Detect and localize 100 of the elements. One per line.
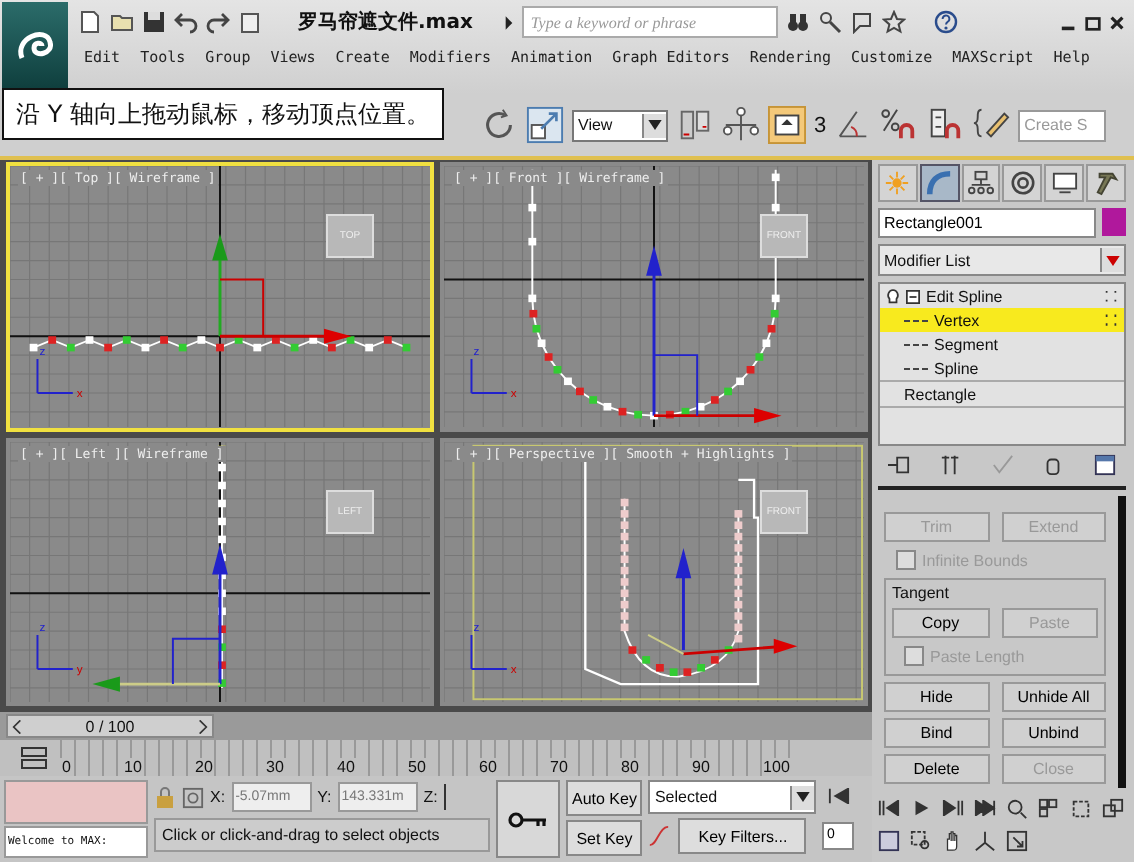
- spline-drawing[interactable]: [29, 336, 411, 352]
- absolute-mode-icon[interactable]: [182, 785, 204, 809]
- collapse-icon[interactable]: [906, 289, 920, 303]
- scale-icon[interactable]: [526, 106, 564, 144]
- hierarchy-icon: [968, 170, 995, 196]
- named-selection-field[interactable]: Create S: [1018, 109, 1107, 141]
- time-slider-thumb[interactable]: 0 / 100: [6, 714, 214, 738]
- frame-tick-label: 40: [335, 758, 357, 776]
- set-key-button[interactable]: [496, 780, 560, 858]
- maximize-viewport-icon[interactable]: [1006, 830, 1028, 853]
- bubble-icon[interactable]: [850, 10, 875, 34]
- zoom-icon[interactable]: [1006, 797, 1028, 820]
- hammer-icon: [1093, 170, 1120, 196]
- stack-item[interactable]: Rectangle: [880, 380, 1124, 408]
- percent-snap-icon[interactable]: [880, 106, 919, 144]
- reference-dropdown[interactable]: View: [572, 109, 668, 141]
- redo-icon[interactable]: [206, 10, 230, 34]
- frame-tick-label: 20: [193, 758, 215, 776]
- rotate-icon[interactable]: [480, 106, 518, 144]
- caption-box: 沿 Y 轴向上拖动鼠标，移动顶点位置。: [2, 88, 444, 140]
- target-icon: [1009, 170, 1036, 196]
- window-title: 罗马帘遮文件.max: [298, 8, 473, 36]
- frame-counter: 0 / 100: [85, 717, 135, 735]
- z-label: Z:: [423, 788, 438, 806]
- z-coordinate-field[interactable]: [443, 784, 452, 810]
- caret-icon[interactable]: [648, 120, 662, 130]
- undo-icon[interactable]: [174, 10, 198, 34]
- orbit-icon[interactable]: [974, 830, 996, 853]
- show-end-result-icon[interactable]: [937, 454, 964, 476]
- frame-tick-label: 30: [264, 758, 286, 776]
- zoom-all-icon[interactable]: [1038, 797, 1060, 820]
- field-of-view-icon[interactable]: [910, 830, 932, 853]
- track-bar[interactable]: 0 10 20 30 40 50 60 70 80 90 100: [60, 740, 792, 776]
- play-icon[interactable]: [910, 800, 932, 817]
- axis-tripod-icon: [36, 632, 74, 669]
- transform-gizmo-icon[interactable]: [722, 106, 760, 144]
- monitor-icon: [1051, 170, 1078, 196]
- previous-frame-icon[interactable]: [878, 800, 900, 817]
- spinner-snap-icon[interactable]: [926, 106, 965, 144]
- bulb-icon[interactable]: [886, 287, 900, 305]
- rollout-button[interactable]: Delete: [884, 754, 989, 784]
- time-config-icon[interactable]: [878, 830, 900, 853]
- curve-icon: [926, 170, 953, 196]
- frame-tick-label: 10: [122, 758, 144, 776]
- object-name-field[interactable]: Rectangle001: [878, 208, 1096, 238]
- key-filters-button[interactable]: Key Filters...: [678, 818, 807, 854]
- set-key-mode-button[interactable]: Set Key: [566, 820, 643, 856]
- select-and-manipulate-icon[interactable]: [768, 106, 806, 144]
- project-folder-icon[interactable]: [238, 10, 262, 34]
- save-icon[interactable]: [142, 10, 166, 34]
- y-label: Y:: [317, 788, 332, 806]
- help-icon[interactable]: [934, 10, 959, 34]
- next-frame-icon[interactable]: [942, 800, 964, 817]
- group-title: Tangent: [892, 584, 951, 602]
- binoculars-icon[interactable]: [786, 10, 811, 34]
- sun-icon: [884, 170, 911, 196]
- auto-key-button[interactable]: Auto Key: [566, 780, 643, 816]
- configure-modifier-sets-icon[interactable]: [1092, 454, 1118, 476]
- caret-icon[interactable]: [796, 792, 811, 802]
- app-logo-icon[interactable]: [2, 2, 68, 92]
- command-panel-tab[interactable]: [1044, 164, 1085, 202]
- rollout-button[interactable]: Unhide All: [1001, 682, 1106, 712]
- track-bar-icon[interactable]: [20, 746, 48, 770]
- new-file-icon[interactable]: [78, 10, 102, 34]
- zoom-extents-all-icon[interactable]: [1102, 797, 1124, 820]
- frame-tick-label: 60: [477, 758, 499, 776]
- stack-item[interactable]: Edit Spline: [880, 284, 1124, 308]
- move-gizmo-drawing: [212, 234, 352, 344]
- stack-item[interactable]: Segment: [880, 332, 1124, 356]
- rollout-button[interactable]: Unbind: [1001, 718, 1106, 748]
- command-panel-tab[interactable]: [1002, 164, 1043, 202]
- restore-icon[interactable]: [1084, 13, 1102, 31]
- object-color-swatch[interactable]: [1102, 208, 1126, 236]
- stack-item[interactable]: Vertex: [880, 308, 1124, 332]
- frame-tick-label: 50: [406, 758, 428, 776]
- snap-toggle[interactable]: 3: [814, 113, 827, 137]
- frame-tick-label: 90: [690, 758, 712, 776]
- key-mode-dropdown[interactable]: Selected: [648, 780, 817, 814]
- command-panel-tab[interactable]: [919, 164, 960, 202]
- pivot-icon[interactable]: [676, 106, 714, 144]
- rollout-button[interactable]: Copy: [892, 608, 989, 638]
- command-panel-tab[interactable]: [1086, 164, 1126, 202]
- go-to-start-icon[interactable]: [827, 788, 850, 805]
- folder-icon[interactable]: [110, 10, 134, 34]
- go-to-end-icon[interactable]: [974, 800, 996, 817]
- zoom-extents-icon[interactable]: [1070, 797, 1092, 820]
- stack-item[interactable]: Spline: [880, 356, 1124, 380]
- close-icon[interactable]: [1108, 13, 1126, 31]
- lock-icon[interactable]: [154, 785, 176, 809]
- rollout-button[interactable]: Bind: [884, 718, 989, 748]
- command-panel-tab[interactable]: [961, 164, 1001, 202]
- vertex-dots-icon: [1104, 313, 1118, 327]
- frame-tick-label: 80: [619, 758, 641, 776]
- star-icon[interactable]: [882, 10, 907, 34]
- modifier-list-dropdown[interactable]: Modifier List: [878, 244, 1126, 276]
- search-field[interactable]: Type a keyword or phrase: [522, 6, 779, 38]
- rollout-button[interactable]: Hide: [884, 682, 989, 712]
- key-tangent-icon[interactable]: [648, 824, 671, 848]
- pin-icon[interactable]: [886, 454, 912, 476]
- expand-arrow-icon[interactable]: [504, 15, 515, 29]
